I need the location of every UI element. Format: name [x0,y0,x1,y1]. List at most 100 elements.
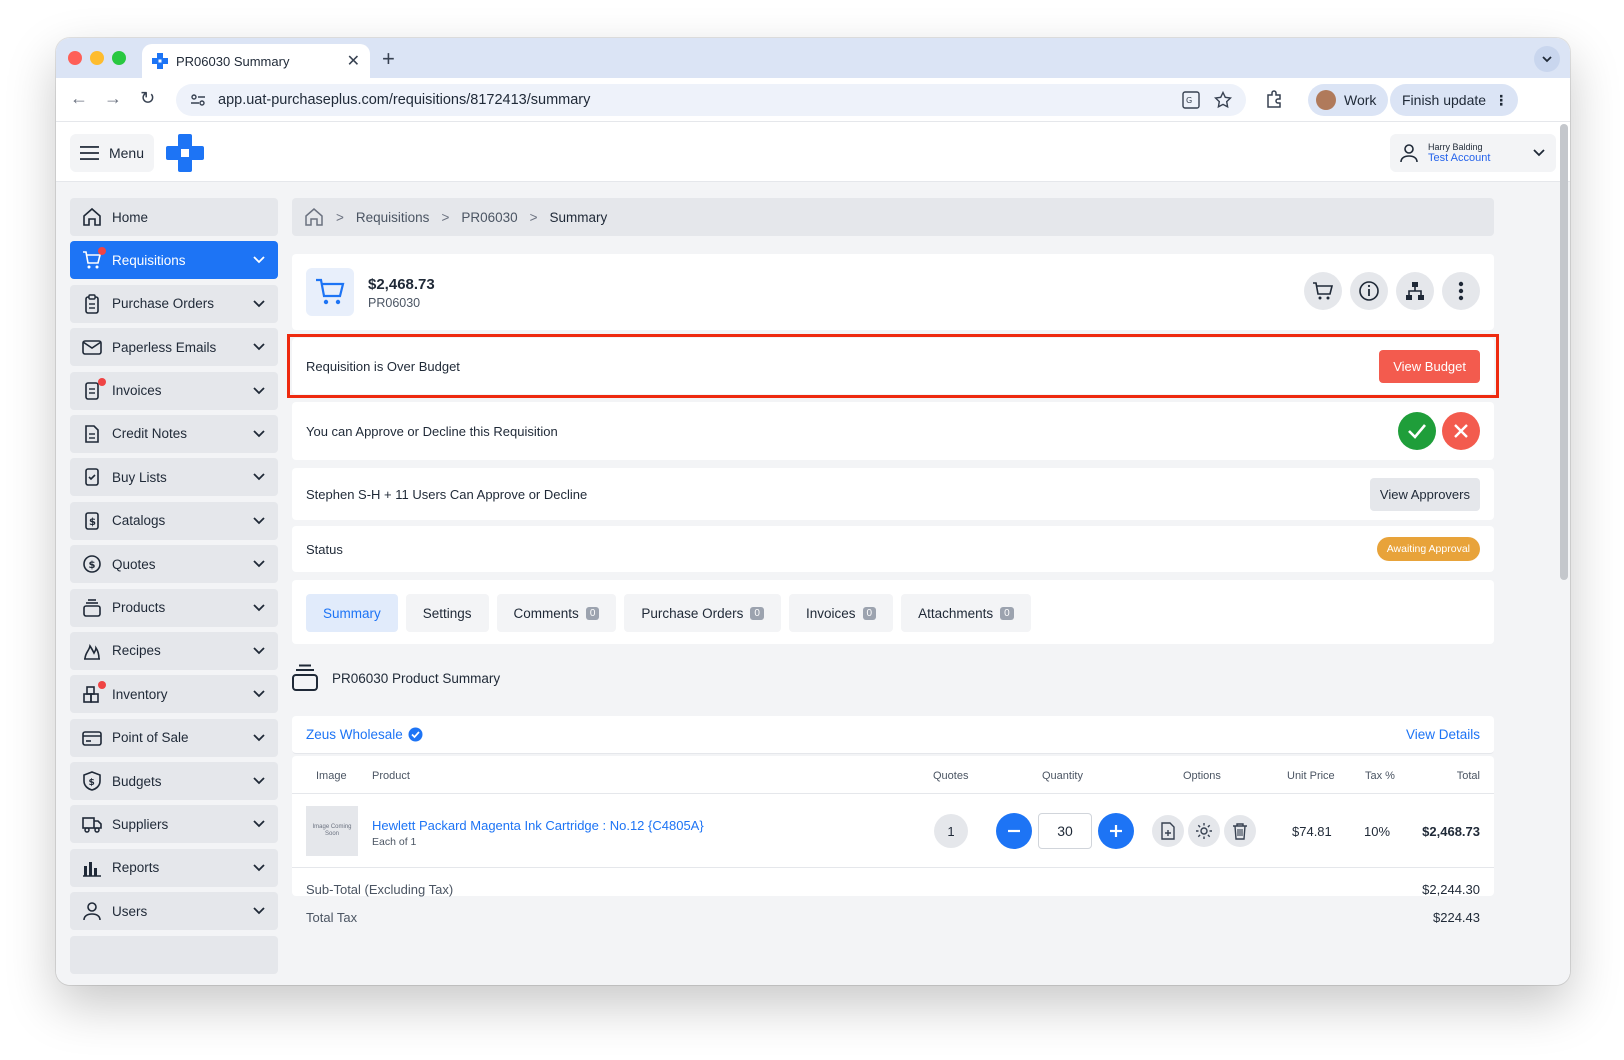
new-tab-button[interactable]: + [382,46,395,72]
bookmark-star-icon[interactable] [1214,91,1232,109]
sidebar-item-label: Catalogs [112,513,166,529]
sidebar-item-quotes[interactable]: $ Quotes [70,545,278,584]
add-note-button[interactable] [1152,815,1184,847]
sidebar-item-users[interactable]: Users [70,892,278,931]
card-icon [82,728,102,748]
shop-button[interactable] [1304,272,1342,310]
info-button[interactable] [1350,272,1388,310]
info-icon [1359,281,1379,301]
minimize-window-button[interactable] [90,51,104,65]
translate-icon[interactable]: G [1182,91,1200,109]
extensions-puzzle-icon[interactable] [1264,89,1284,109]
tab-count-badge: 0 [1000,606,1014,620]
table-row: Image Coming Soon Hewlett Packard Magent… [292,794,1494,868]
sidebar-item-recipes[interactable]: Recipes [70,631,278,670]
quotes-count-button[interactable]: 1 [934,814,968,848]
sidebar-item-catalogs[interactable]: $ Catalogs [70,501,278,540]
dollar-circle-icon: $ [82,554,102,574]
site-settings-icon[interactable] [190,92,206,108]
subtotal-label: Sub-Total (Excluding Tax) [306,882,454,897]
hamburger-icon [80,146,99,160]
svg-text:$: $ [89,560,96,571]
user-account: Test Account [1428,151,1491,164]
finish-update-button[interactable]: Finish update ⋮ [1390,84,1519,116]
chevron-down-icon [253,690,265,698]
sidebar-item-label: Reports [112,860,160,876]
breadcrumb-separator: > [336,209,344,225]
table-header: Image Product Quotes Quantity Options Un… [292,756,1494,794]
tab-count-badge: 0 [750,606,764,620]
sidebar-item-buy-lists[interactable]: Buy Lists [70,458,278,497]
verified-badge-icon [408,727,423,742]
approve-button[interactable] [1398,412,1436,450]
browser-toolbar: ← → ↻ app.uat-purchaseplus.com/requisiti… [56,78,1570,122]
sidebar-item-invoices[interactable]: Invoices [70,371,278,410]
reload-icon[interactable]: ↻ [140,88,155,109]
breadcrumb-pr-number[interactable]: PR06030 [461,210,517,225]
browser-tab[interactable]: PR06030 Summary ✕ [142,44,370,78]
delete-button[interactable] [1224,815,1256,847]
chevron-down-icon [253,560,265,568]
supplier-name-link[interactable]: Zeus Wholesale [306,727,403,742]
checklist-icon [82,467,102,487]
sidebar-item-paperless-emails[interactable]: Paperless Emails [70,328,278,367]
tab-close-icon[interactable]: ✕ [347,51,360,71]
plus-icon [1110,825,1122,837]
sidebar-item-home[interactable]: Home [70,198,278,236]
home-icon [82,207,102,227]
mail-icon [82,337,102,357]
tab-attachments[interactable]: Attachments 0 [901,594,1031,632]
tab-label: Invoices [805,605,856,621]
chevron-down-icon [253,864,265,872]
product-name-link[interactable]: Hewlett Packard Magenta Ink Cartridge : … [372,818,704,833]
profile-button[interactable]: Work [1308,84,1389,116]
tab-search-button[interactable] [1534,46,1560,72]
tab-summary[interactable]: Summary [306,594,398,632]
sidebar-item-cutoff[interactable] [70,935,278,974]
sidebar-item-label: Users [112,903,148,919]
view-budget-button[interactable]: View Budget [1379,349,1480,383]
over-budget-banner: Requisition is Over Budget View Budget [292,338,1494,394]
sidebar-item-budgets[interactable]: $ Budgets [70,762,278,801]
user-menu[interactable]: Harry Balding Test Account [1390,134,1556,172]
column-header-product: Product [372,770,410,782]
sidebar-item-inventory[interactable]: Inventory [70,675,278,714]
menu-button[interactable]: Menu [70,134,154,172]
sidebar-item-label: Purchase Orders [112,296,215,312]
sidebar-item-requisitions[interactable]: Requisitions [70,241,278,280]
cart-icon [82,247,106,270]
quantity-input[interactable] [1038,813,1092,849]
decline-button[interactable] [1442,412,1480,450]
settings-button[interactable] [1188,815,1220,847]
workflow-button[interactable] [1396,272,1434,310]
more-options-button[interactable] [1442,272,1480,310]
tab-settings[interactable]: Settings [405,594,489,632]
breadcrumb-requisitions[interactable]: Requisitions [356,210,430,225]
sidebar-item-suppliers[interactable]: Suppliers [70,805,278,844]
tab-purchase-orders[interactable]: Purchase Orders 0 [624,594,781,632]
page-scrollbar[interactable] [1560,124,1568,580]
over-budget-message: Requisition is Over Budget [306,358,460,374]
boxes-icon [82,681,106,704]
tab-invoices[interactable]: Invoices 0 [788,594,894,632]
maximize-window-button[interactable] [112,51,126,65]
view-approvers-button[interactable]: View Approvers [1369,477,1480,511]
forward-arrow-icon[interactable]: → [104,88,122,109]
view-details-link[interactable]: View Details [1406,727,1480,742]
breadcrumb-current: Summary [549,209,608,225]
tab-comments[interactable]: Comments 0 [496,594,617,632]
sidebar-item-reports[interactable]: Reports [70,848,278,887]
sidebar-item-purchase-orders[interactable]: Purchase Orders [70,284,278,323]
home-icon[interactable] [304,207,324,227]
cart-icon [316,278,345,305]
purchaseplus-logo[interactable] [166,134,204,172]
quantity-increase-button[interactable] [1098,813,1134,849]
back-arrow-icon[interactable]: ← [70,88,88,109]
quantity-decrease-button[interactable] [996,813,1032,849]
address-bar[interactable]: app.uat-purchaseplus.com/requisitions/81… [176,84,1246,116]
column-header-options: Options [1183,770,1221,782]
sidebar-item-point-of-sale[interactable]: Point of Sale [70,718,278,757]
sidebar-item-products[interactable]: Products [70,588,278,627]
close-window-button[interactable] [68,51,82,65]
sidebar-item-credit-notes[interactable]: Credit Notes [70,414,278,453]
